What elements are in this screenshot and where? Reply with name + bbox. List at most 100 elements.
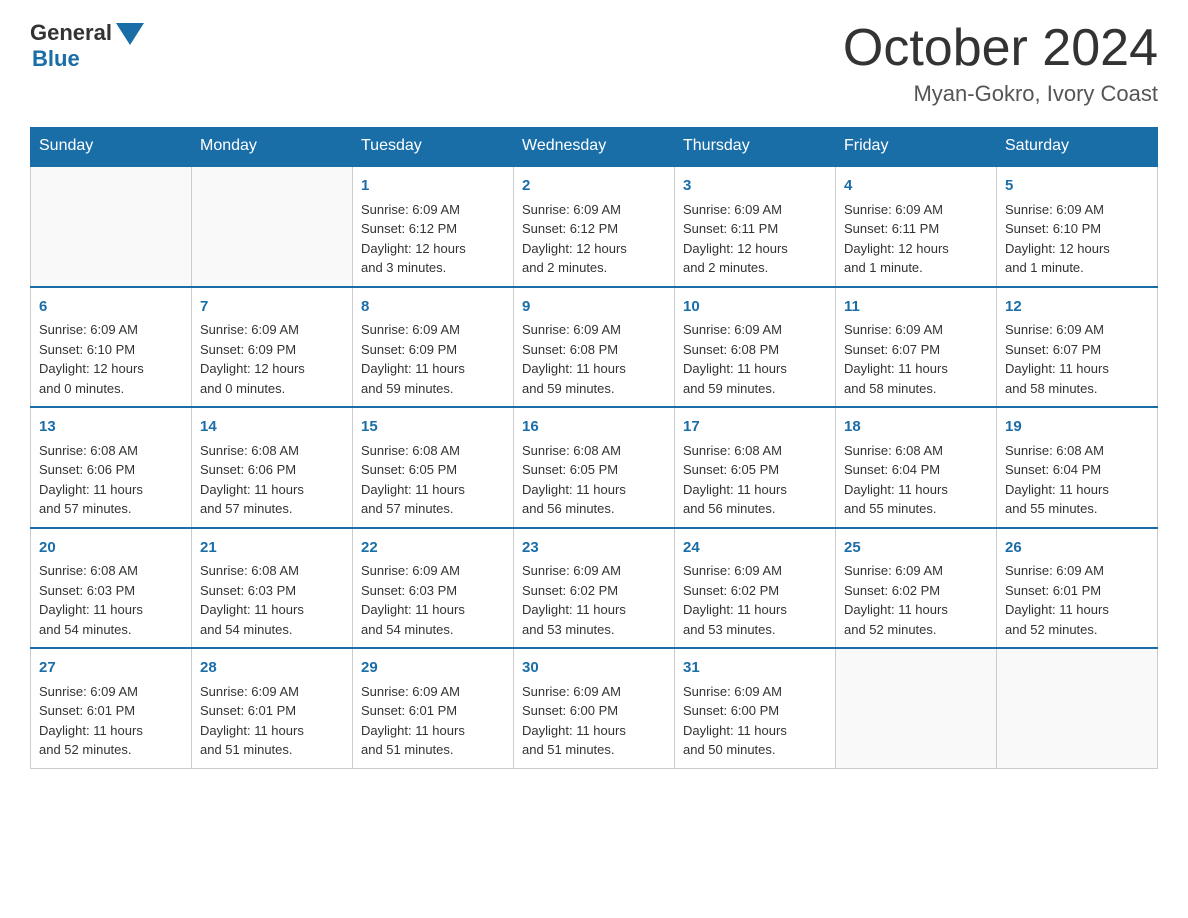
day-info: Sunset: 6:02 PM (844, 581, 988, 601)
day-info: Sunrise: 6:09 AM (844, 561, 988, 581)
calendar-header-row: SundayMondayTuesdayWednesdayThursdayFrid… (31, 127, 1158, 166)
logo: General Blue (30, 20, 144, 72)
calendar-cell: 15Sunrise: 6:08 AMSunset: 6:05 PMDayligh… (353, 407, 514, 528)
day-number: 23 (522, 537, 666, 560)
day-info: and 57 minutes. (200, 499, 344, 519)
day-info: Sunrise: 6:08 AM (39, 561, 183, 581)
day-number: 4 (844, 175, 988, 198)
day-info: Sunset: 6:04 PM (844, 460, 988, 480)
day-info: Sunrise: 6:09 AM (683, 200, 827, 220)
day-number: 7 (200, 296, 344, 319)
calendar-cell: 17Sunrise: 6:08 AMSunset: 6:05 PMDayligh… (675, 407, 836, 528)
day-number: 20 (39, 537, 183, 560)
calendar-week-row: 6Sunrise: 6:09 AMSunset: 6:10 PMDaylight… (31, 287, 1158, 408)
day-info: Sunset: 6:04 PM (1005, 460, 1149, 480)
calendar-header-thursday: Thursday (675, 127, 836, 166)
calendar-week-row: 20Sunrise: 6:08 AMSunset: 6:03 PMDayligh… (31, 528, 1158, 649)
calendar-cell: 12Sunrise: 6:09 AMSunset: 6:07 PMDayligh… (997, 287, 1158, 408)
day-info: Sunset: 6:10 PM (39, 340, 183, 360)
day-info: Daylight: 11 hours (844, 359, 988, 379)
day-info: Sunset: 6:12 PM (361, 219, 505, 239)
day-info: Daylight: 11 hours (361, 600, 505, 620)
day-number: 12 (1005, 296, 1149, 319)
day-info: Daylight: 11 hours (200, 480, 344, 500)
day-info: Sunrise: 6:08 AM (1005, 441, 1149, 461)
day-info: and 58 minutes. (1005, 379, 1149, 399)
day-info: and 2 minutes. (522, 258, 666, 278)
day-info: Daylight: 11 hours (522, 359, 666, 379)
day-info: and 52 minutes. (39, 740, 183, 760)
day-info: Daylight: 11 hours (683, 480, 827, 500)
calendar-cell: 22Sunrise: 6:09 AMSunset: 6:03 PMDayligh… (353, 528, 514, 649)
day-info: Sunrise: 6:09 AM (1005, 561, 1149, 581)
day-info: Sunset: 6:00 PM (522, 701, 666, 721)
day-info: Daylight: 11 hours (39, 480, 183, 500)
calendar-cell: 23Sunrise: 6:09 AMSunset: 6:02 PMDayligh… (514, 528, 675, 649)
day-info: Sunset: 6:03 PM (39, 581, 183, 601)
calendar-cell: 16Sunrise: 6:08 AMSunset: 6:05 PMDayligh… (514, 407, 675, 528)
calendar-cell: 3Sunrise: 6:09 AMSunset: 6:11 PMDaylight… (675, 166, 836, 287)
day-info: Sunrise: 6:09 AM (522, 561, 666, 581)
day-info: Sunset: 6:01 PM (1005, 581, 1149, 601)
day-info: Sunset: 6:03 PM (200, 581, 344, 601)
day-info: Sunset: 6:12 PM (522, 219, 666, 239)
day-info: and 55 minutes. (844, 499, 988, 519)
day-number: 5 (1005, 175, 1149, 198)
day-info: and 55 minutes. (1005, 499, 1149, 519)
calendar-cell: 13Sunrise: 6:08 AMSunset: 6:06 PMDayligh… (31, 407, 192, 528)
calendar-cell: 8Sunrise: 6:09 AMSunset: 6:09 PMDaylight… (353, 287, 514, 408)
day-number: 17 (683, 416, 827, 439)
calendar-header-tuesday: Tuesday (353, 127, 514, 166)
calendar-cell: 26Sunrise: 6:09 AMSunset: 6:01 PMDayligh… (997, 528, 1158, 649)
calendar-cell: 30Sunrise: 6:09 AMSunset: 6:00 PMDayligh… (514, 648, 675, 768)
day-info: Sunset: 6:01 PM (39, 701, 183, 721)
day-info: Sunset: 6:02 PM (522, 581, 666, 601)
calendar-cell: 11Sunrise: 6:09 AMSunset: 6:07 PMDayligh… (836, 287, 997, 408)
day-info: and 54 minutes. (361, 620, 505, 640)
day-info: Sunrise: 6:09 AM (1005, 320, 1149, 340)
day-info: Sunrise: 6:08 AM (522, 441, 666, 461)
day-info: and 51 minutes. (361, 740, 505, 760)
day-info: Sunset: 6:05 PM (361, 460, 505, 480)
day-info: Sunrise: 6:09 AM (361, 682, 505, 702)
location-title: Myan-Gokro, Ivory Coast (843, 81, 1158, 107)
day-info: and 56 minutes. (683, 499, 827, 519)
calendar-header-sunday: Sunday (31, 127, 192, 166)
day-info: Daylight: 11 hours (1005, 359, 1149, 379)
day-number: 11 (844, 296, 988, 319)
day-info: Daylight: 11 hours (683, 600, 827, 620)
day-number: 10 (683, 296, 827, 319)
calendar-header-saturday: Saturday (997, 127, 1158, 166)
calendar-cell: 14Sunrise: 6:08 AMSunset: 6:06 PMDayligh… (192, 407, 353, 528)
day-info: and 51 minutes. (522, 740, 666, 760)
day-info: Sunrise: 6:09 AM (200, 320, 344, 340)
day-info: and 58 minutes. (844, 379, 988, 399)
day-info: Sunrise: 6:09 AM (522, 682, 666, 702)
day-info: Daylight: 11 hours (361, 721, 505, 741)
day-number: 15 (361, 416, 505, 439)
calendar-cell: 10Sunrise: 6:09 AMSunset: 6:08 PMDayligh… (675, 287, 836, 408)
day-info: Daylight: 11 hours (683, 721, 827, 741)
calendar-week-row: 13Sunrise: 6:08 AMSunset: 6:06 PMDayligh… (31, 407, 1158, 528)
day-info: Sunset: 6:00 PM (683, 701, 827, 721)
logo-triangle-icon (116, 23, 144, 45)
day-info: Sunset: 6:05 PM (522, 460, 666, 480)
day-info: Sunset: 6:06 PM (200, 460, 344, 480)
day-info: and 52 minutes. (1005, 620, 1149, 640)
day-info: Daylight: 11 hours (200, 721, 344, 741)
day-info: Sunrise: 6:09 AM (683, 682, 827, 702)
calendar-header-monday: Monday (192, 127, 353, 166)
day-info: Sunrise: 6:08 AM (361, 441, 505, 461)
day-info: Daylight: 11 hours (844, 480, 988, 500)
calendar-cell: 5Sunrise: 6:09 AMSunset: 6:10 PMDaylight… (997, 166, 1158, 287)
calendar-cell: 7Sunrise: 6:09 AMSunset: 6:09 PMDaylight… (192, 287, 353, 408)
calendar-cell: 9Sunrise: 6:09 AMSunset: 6:08 PMDaylight… (514, 287, 675, 408)
day-info: Sunrise: 6:08 AM (844, 441, 988, 461)
logo-blue-text: Blue (32, 46, 80, 72)
day-number: 21 (200, 537, 344, 560)
day-info: Sunset: 6:08 PM (683, 340, 827, 360)
day-info: Sunrise: 6:09 AM (39, 682, 183, 702)
day-info: Daylight: 12 hours (361, 239, 505, 259)
day-info: Sunrise: 6:09 AM (200, 682, 344, 702)
day-info: and 2 minutes. (683, 258, 827, 278)
